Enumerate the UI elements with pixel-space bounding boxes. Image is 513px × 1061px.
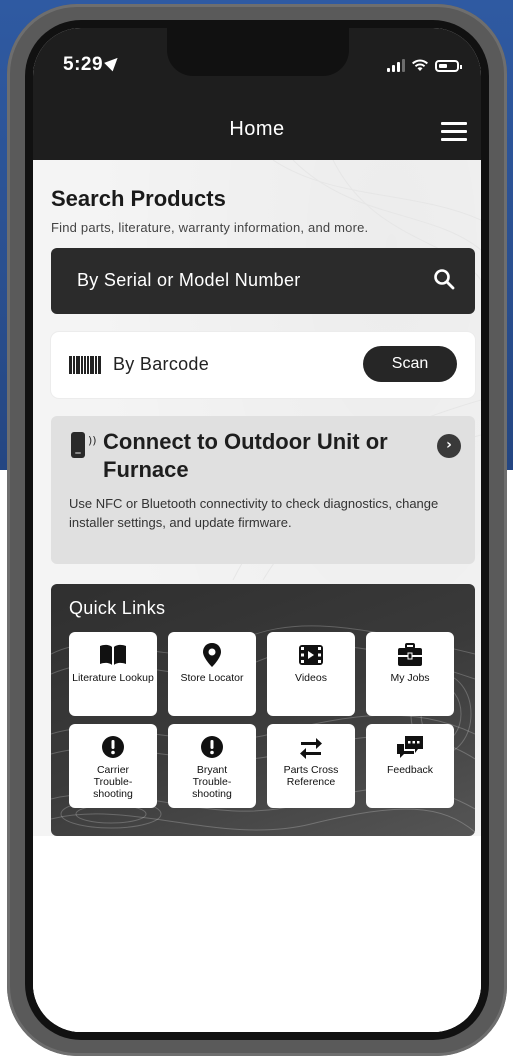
chevron-right-icon[interactable]: › [437, 434, 461, 458]
alert-icon [69, 734, 157, 760]
quick-link-carrier-troubleshooting[interactable]: Carrier Trouble-shooting [69, 724, 157, 808]
quick-link-parts-cross-reference[interactable]: Parts Cross Reference [267, 724, 355, 808]
barcode-icon [69, 356, 101, 374]
nav-title: Home [229, 118, 285, 140]
quick-links-title: Quick Links [69, 598, 166, 618]
swap-arrows-icon [267, 734, 355, 760]
scan-button[interactable]: Scan [363, 346, 457, 382]
wifi-icon [412, 59, 428, 71]
alert-icon [168, 734, 256, 760]
tile-label: Literature Lookup [72, 672, 154, 684]
barcode-label: By Barcode [113, 354, 210, 374]
phone-bezel: 5:29 Home Search Products Find parts, li… [25, 20, 489, 1040]
search-subheading: Find parts, literature, warranty informa… [51, 220, 369, 235]
quick-link-videos[interactable]: Videos [267, 632, 355, 716]
phone-screen: 5:29 Home Search Products Find parts, li… [33, 28, 481, 1032]
cellular-signal-icon [387, 59, 405, 72]
serial-search-placeholder: By Serial or Model Number [77, 270, 301, 290]
tile-label: Videos [295, 672, 327, 684]
nfc-waves-icon: )) [88, 434, 97, 447]
notch [167, 28, 349, 76]
status-time-text: 5:29 [63, 54, 104, 75]
empty-content-area [33, 836, 481, 1032]
quick-link-my-jobs[interactable]: My Jobs [366, 632, 454, 716]
home-content: Search Products Find parts, literature, … [33, 160, 481, 1032]
briefcase-icon [366, 642, 454, 668]
tile-label: Bryant Trouble-shooting [192, 764, 232, 800]
serial-model-search-input[interactable]: By Serial or Model Number [51, 248, 475, 314]
quick-link-store-locator[interactable]: Store Locator [168, 632, 256, 716]
hamburger-menu-icon[interactable] [441, 122, 467, 142]
quick-link-bryant-troubleshooting[interactable]: Bryant Trouble-shooting [168, 724, 256, 808]
search-heading: Search Products [51, 186, 226, 211]
status-bar: 5:29 [33, 28, 481, 96]
connect-description: Use NFC or Bluetooth connectivity to che… [69, 496, 439, 530]
tile-label: My Jobs [390, 672, 430, 684]
chat-bubble-icon [366, 734, 454, 760]
phone-frame: 5:29 Home Search Products Find parts, li… [7, 4, 507, 1056]
quick-links-card: Quick Links Literature Lookup Store Loca… [51, 584, 475, 836]
status-icons [387, 58, 462, 72]
phone-nfc-icon [71, 432, 85, 458]
connect-outdoor-unit-card[interactable]: )) Connect to Outdoor Unit or Furnace › … [51, 416, 475, 564]
status-time: 5:29 [63, 53, 122, 76]
barcode-search-row: By Barcode Scan [51, 332, 475, 398]
tile-label: Store Locator [180, 672, 244, 684]
book-icon [69, 642, 157, 668]
quick-link-literature-lookup[interactable]: Literature Lookup [69, 632, 157, 716]
tile-label: Feedback [386, 764, 434, 776]
connect-title: Connect to Outdoor Unit or Furnace [103, 429, 388, 482]
tile-label: Carrier Trouble-shooting [93, 764, 133, 800]
search-icon[interactable] [433, 268, 455, 290]
film-icon [267, 642, 355, 668]
location-arrow-icon [104, 53, 122, 72]
tile-label: Parts Cross Reference [283, 764, 339, 788]
nav-bar: Home [33, 96, 481, 160]
map-pin-icon [168, 642, 256, 668]
quick-link-feedback[interactable]: Feedback [366, 724, 454, 808]
battery-icon [435, 60, 462, 72]
